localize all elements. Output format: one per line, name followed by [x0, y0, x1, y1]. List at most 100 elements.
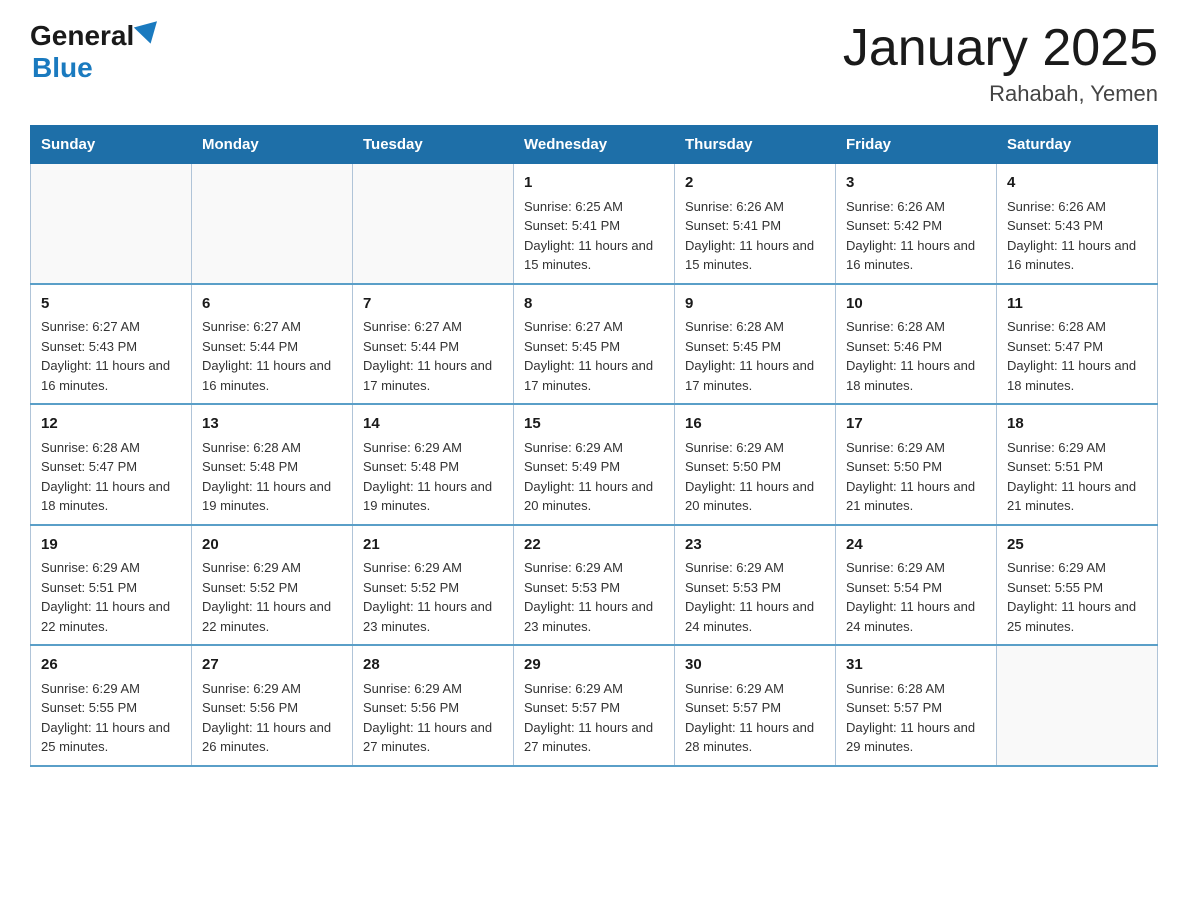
- calendar-cell: 13 Sunrise: 6:28 AM Sunset: 5:48 PM Dayli…: [192, 404, 353, 525]
- day-info: Sunrise: 6:28 AM Sunset: 5:47 PM Dayligh…: [41, 440, 170, 514]
- day-info: Sunrise: 6:29 AM Sunset: 5:51 PM Dayligh…: [41, 560, 170, 634]
- column-header-monday: Monday: [192, 126, 353, 164]
- day-info: Sunrise: 6:29 AM Sunset: 5:52 PM Dayligh…: [363, 560, 492, 634]
- day-info: Sunrise: 6:29 AM Sunset: 5:56 PM Dayligh…: [202, 681, 331, 755]
- day-info: Sunrise: 6:29 AM Sunset: 5:56 PM Dayligh…: [363, 681, 492, 755]
- day-number: 18: [1007, 413, 1147, 436]
- day-number: 12: [41, 413, 181, 436]
- day-number: 15: [524, 413, 664, 436]
- column-header-tuesday: Tuesday: [353, 126, 514, 164]
- calendar-cell: 29Sunrise: 6:29 AM Sunset: 5:57 PM Dayli…: [514, 645, 675, 766]
- calendar-cell: 27 Sunrise: 6:29 AM Sunset: 5:56 PM Dayli…: [192, 645, 353, 766]
- day-number: 28: [363, 654, 503, 677]
- day-number: 7: [363, 293, 503, 316]
- calendar-cell: 9 Sunrise: 6:28 AM Sunset: 5:45 PM Daylig…: [675, 284, 836, 405]
- day-number: 16: [685, 413, 825, 436]
- day-info: Sunrise: 6:29 AM Sunset: 5:55 PM Dayligh…: [1007, 560, 1136, 634]
- calendar-cell: 2 Sunrise: 6:26 AM Sunset: 5:41 PM Daylig…: [675, 164, 836, 284]
- day-number: 13: [202, 413, 342, 436]
- day-info: Sunrise: 6:29 AM Sunset: 5:53 PM Dayligh…: [685, 560, 814, 634]
- day-number: 21: [363, 534, 503, 557]
- calendar-cell: 7 Sunrise: 6:27 AM Sunset: 5:44 PM Daylig…: [353, 284, 514, 405]
- calendar-cell: 23Sunrise: 6:29 AM Sunset: 5:53 PM Dayli…: [675, 525, 836, 646]
- day-number: 4: [1007, 172, 1147, 195]
- day-info: Sunrise: 6:29 AM Sunset: 5:49 PM Dayligh…: [524, 440, 653, 514]
- calendar-subtitle: Rahabah, Yemen: [843, 81, 1158, 107]
- day-number: 22: [524, 534, 664, 557]
- day-number: 9: [685, 293, 825, 316]
- calendar-week-row: 1 Sunrise: 6:25 AM Sunset: 5:41 PM Daylig…: [31, 164, 1158, 284]
- day-number: 29: [524, 654, 664, 677]
- calendar-cell: 5Sunrise: 6:27 AM Sunset: 5:43 PM Daylig…: [31, 284, 192, 405]
- day-number: 10: [846, 293, 986, 316]
- day-info: Sunrise: 6:28 AM Sunset: 5:47 PM Dayligh…: [1007, 319, 1136, 393]
- day-number: 25: [1007, 534, 1147, 557]
- day-info: Sunrise: 6:28 AM Sunset: 5:57 PM Dayligh…: [846, 681, 975, 755]
- day-info: Sunrise: 6:27 AM Sunset: 5:44 PM Dayligh…: [202, 319, 331, 393]
- calendar-cell: 8 Sunrise: 6:27 AM Sunset: 5:45 PM Daylig…: [514, 284, 675, 405]
- calendar-week-row: 19 Sunrise: 6:29 AM Sunset: 5:51 PM Dayli…: [31, 525, 1158, 646]
- calendar-week-row: 12 Sunrise: 6:28 AM Sunset: 5:47 PM Dayli…: [31, 404, 1158, 525]
- calendar-cell: 26 Sunrise: 6:29 AM Sunset: 5:55 PM Dayli…: [31, 645, 192, 766]
- day-number: 30: [685, 654, 825, 677]
- logo-general-text: General: [30, 20, 134, 52]
- day-number: 1: [524, 172, 664, 195]
- day-info: Sunrise: 6:28 AM Sunset: 5:45 PM Dayligh…: [685, 319, 814, 393]
- calendar-cell: 15 Sunrise: 6:29 AM Sunset: 5:49 PM Dayli…: [514, 404, 675, 525]
- calendar-cell: 18 Sunrise: 6:29 AM Sunset: 5:51 PM Dayli…: [997, 404, 1158, 525]
- day-info: Sunrise: 6:27 AM Sunset: 5:45 PM Dayligh…: [524, 319, 653, 393]
- day-info: Sunrise: 6:29 AM Sunset: 5:48 PM Dayligh…: [363, 440, 492, 514]
- day-number: 8: [524, 293, 664, 316]
- calendar-table: SundayMondayTuesdayWednesdayThursdayFrid…: [30, 125, 1158, 767]
- calendar-week-row: 5Sunrise: 6:27 AM Sunset: 5:43 PM Daylig…: [31, 284, 1158, 405]
- calendar-cell: 22 Sunrise: 6:29 AM Sunset: 5:53 PM Dayli…: [514, 525, 675, 646]
- logo-blue-text: Blue: [32, 52, 160, 84]
- day-info: Sunrise: 6:26 AM Sunset: 5:42 PM Dayligh…: [846, 199, 975, 273]
- day-info: Sunrise: 6:29 AM Sunset: 5:55 PM Dayligh…: [41, 681, 170, 755]
- day-number: 11: [1007, 293, 1147, 316]
- column-header-friday: Friday: [836, 126, 997, 164]
- column-header-wednesday: Wednesday: [514, 126, 675, 164]
- day-info: Sunrise: 6:28 AM Sunset: 5:48 PM Dayligh…: [202, 440, 331, 514]
- calendar-cell: 4 Sunrise: 6:26 AM Sunset: 5:43 PM Daylig…: [997, 164, 1158, 284]
- calendar-cell: [353, 164, 514, 284]
- day-info: Sunrise: 6:26 AM Sunset: 5:43 PM Dayligh…: [1007, 199, 1136, 273]
- calendar-cell: 16Sunrise: 6:29 AM Sunset: 5:50 PM Dayli…: [675, 404, 836, 525]
- day-number: 14: [363, 413, 503, 436]
- day-info: Sunrise: 6:29 AM Sunset: 5:54 PM Dayligh…: [846, 560, 975, 634]
- calendar-cell: 12 Sunrise: 6:28 AM Sunset: 5:47 PM Dayli…: [31, 404, 192, 525]
- day-info: Sunrise: 6:27 AM Sunset: 5:43 PM Dayligh…: [41, 319, 170, 393]
- day-info: Sunrise: 6:28 AM Sunset: 5:46 PM Dayligh…: [846, 319, 975, 393]
- day-number: 24: [846, 534, 986, 557]
- calendar-cell: 24 Sunrise: 6:29 AM Sunset: 5:54 PM Dayli…: [836, 525, 997, 646]
- column-header-sunday: Sunday: [31, 126, 192, 164]
- day-number: 31: [846, 654, 986, 677]
- day-number: 19: [41, 534, 181, 557]
- day-info: Sunrise: 6:29 AM Sunset: 5:50 PM Dayligh…: [846, 440, 975, 514]
- calendar-cell: 20 Sunrise: 6:29 AM Sunset: 5:52 PM Dayli…: [192, 525, 353, 646]
- day-info: Sunrise: 6:29 AM Sunset: 5:53 PM Dayligh…: [524, 560, 653, 634]
- day-info: Sunrise: 6:27 AM Sunset: 5:44 PM Dayligh…: [363, 319, 492, 393]
- day-info: Sunrise: 6:26 AM Sunset: 5:41 PM Dayligh…: [685, 199, 814, 273]
- logo-triangle-icon: [134, 21, 162, 47]
- day-info: Sunrise: 6:29 AM Sunset: 5:51 PM Dayligh…: [1007, 440, 1136, 514]
- calendar-cell: 17Sunrise: 6:29 AM Sunset: 5:50 PM Dayli…: [836, 404, 997, 525]
- calendar-cell: 1 Sunrise: 6:25 AM Sunset: 5:41 PM Daylig…: [514, 164, 675, 284]
- calendar-cell: 28 Sunrise: 6:29 AM Sunset: 5:56 PM Dayli…: [353, 645, 514, 766]
- day-number: 2: [685, 172, 825, 195]
- calendar-cell: 11 Sunrise: 6:28 AM Sunset: 5:47 PM Dayli…: [997, 284, 1158, 405]
- day-info: Sunrise: 6:29 AM Sunset: 5:52 PM Dayligh…: [202, 560, 331, 634]
- day-number: 26: [41, 654, 181, 677]
- calendar-cell: 3Sunrise: 6:26 AM Sunset: 5:42 PM Daylig…: [836, 164, 997, 284]
- calendar-cell: 31 Sunrise: 6:28 AM Sunset: 5:57 PM Dayli…: [836, 645, 997, 766]
- day-number: 27: [202, 654, 342, 677]
- day-info: Sunrise: 6:25 AM Sunset: 5:41 PM Dayligh…: [524, 199, 653, 273]
- calendar-cell: [192, 164, 353, 284]
- calendar-cell: [997, 645, 1158, 766]
- column-header-thursday: Thursday: [675, 126, 836, 164]
- day-number: 20: [202, 534, 342, 557]
- calendar-cell: 10 Sunrise: 6:28 AM Sunset: 5:46 PM Dayli…: [836, 284, 997, 405]
- calendar-week-row: 26 Sunrise: 6:29 AM Sunset: 5:55 PM Dayli…: [31, 645, 1158, 766]
- calendar-cell: 21 Sunrise: 6:29 AM Sunset: 5:52 PM Dayli…: [353, 525, 514, 646]
- calendar-cell: [31, 164, 192, 284]
